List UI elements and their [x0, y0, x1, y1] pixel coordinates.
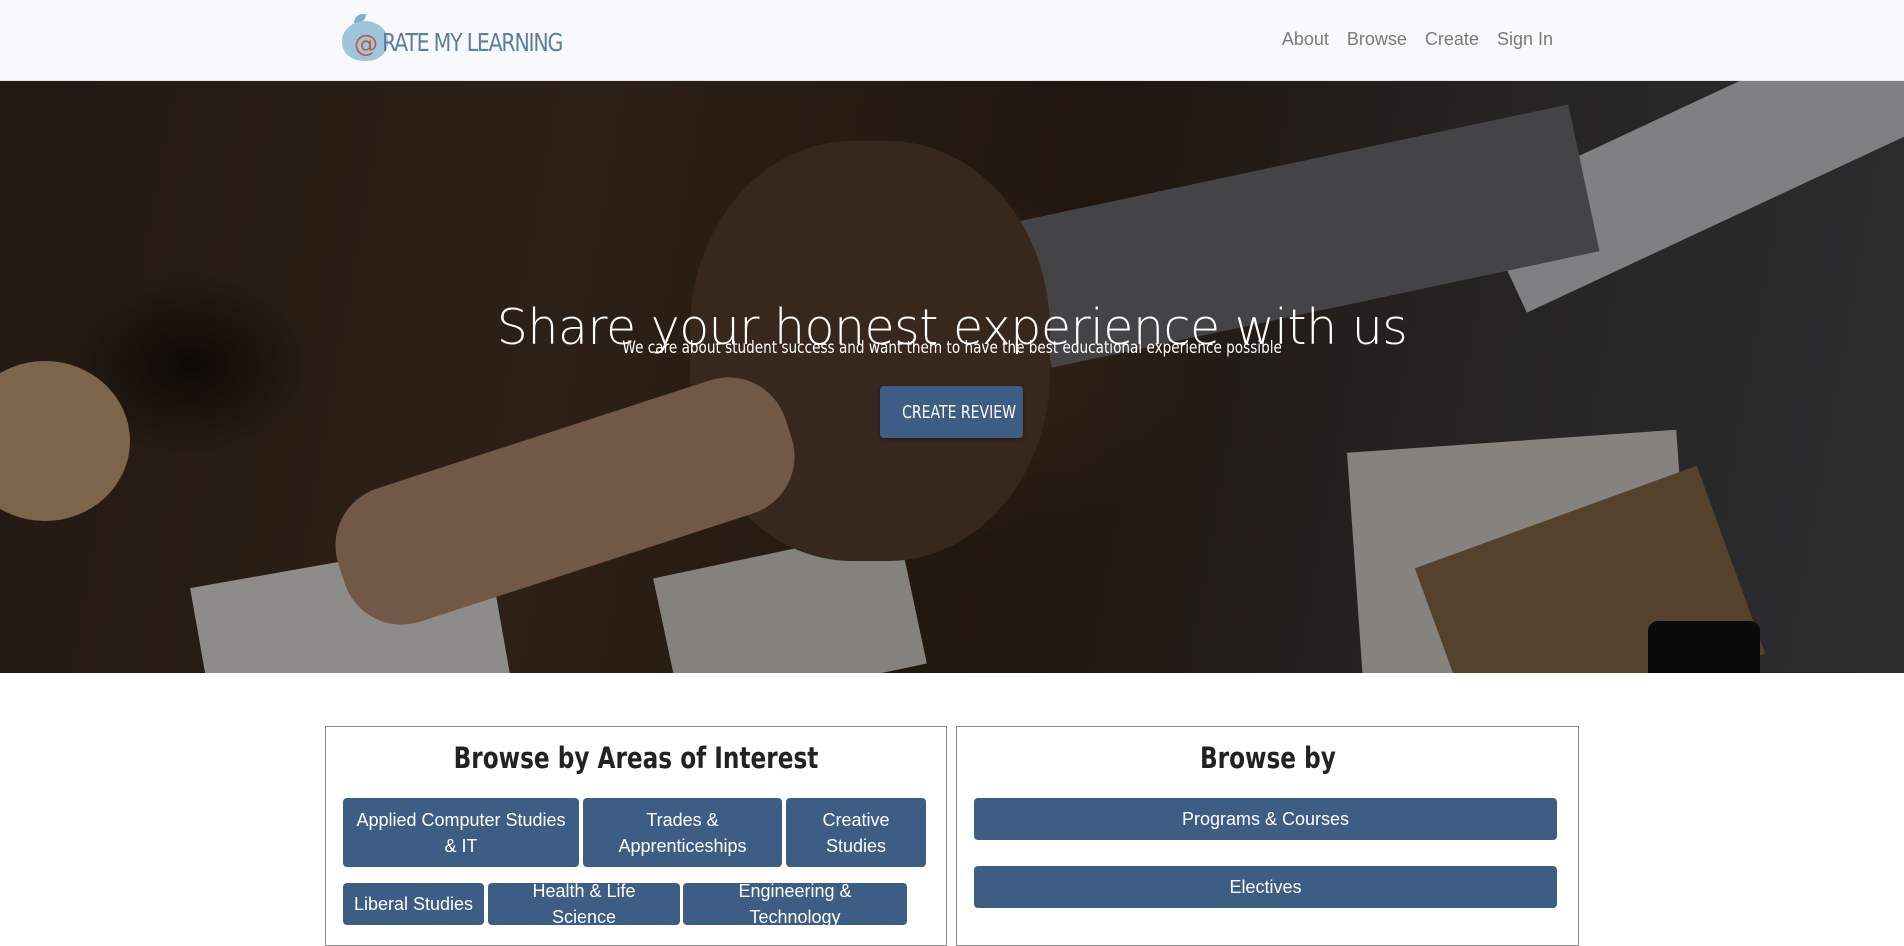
- hero-subtitle: We care about student success and want t…: [622, 338, 1282, 358]
- navbar: @ RATE MY LEARNING About Browse Create S…: [0, 0, 1904, 81]
- nav-create-link[interactable]: Create: [1425, 26, 1479, 52]
- main-nav: About Browse Create Sign In: [1282, 26, 1553, 52]
- browse-by-title: Browse by: [1199, 741, 1336, 775]
- hero-overlay: [0, 81, 1904, 673]
- areas-of-interest-title: Browse by Areas of Interest: [453, 741, 819, 775]
- programs-courses-button[interactable]: Programs & Courses: [974, 798, 1557, 840]
- area-applied-computer-studies-button[interactable]: Applied Computer Studies & IT: [343, 798, 579, 867]
- nav-sign-in-link[interactable]: Sign In: [1497, 26, 1553, 52]
- area-trades-button[interactable]: Trades & Apprenticeships: [583, 798, 782, 867]
- nav-about-link[interactable]: About: [1282, 26, 1329, 52]
- brand-logo[interactable]: @ RATE MY LEARNING: [340, 8, 580, 66]
- areas-of-interest-card: Browse by Areas of Interest Applied Comp…: [325, 726, 947, 946]
- nav-browse-link[interactable]: Browse: [1347, 26, 1407, 52]
- area-creative-studies-button[interactable]: Creative Studies: [786, 798, 926, 867]
- brand-name: RATE MY LEARNING: [382, 27, 563, 57]
- create-review-button[interactable]: CREATE REVIEW: [880, 386, 1023, 438]
- hero-banner: Share your honest experience with us We …: [0, 81, 1904, 673]
- area-liberal-studies-button[interactable]: Liberal Studies: [343, 883, 484, 925]
- electives-button[interactable]: Electives: [974, 866, 1557, 908]
- area-health-life-science-button[interactable]: Health & Life Science: [488, 881, 680, 927]
- browse-by-card: Browse by Programs & Courses Electives: [956, 726, 1579, 946]
- area-engineering-technology-button[interactable]: Engineering & Technology: [683, 881, 907, 927]
